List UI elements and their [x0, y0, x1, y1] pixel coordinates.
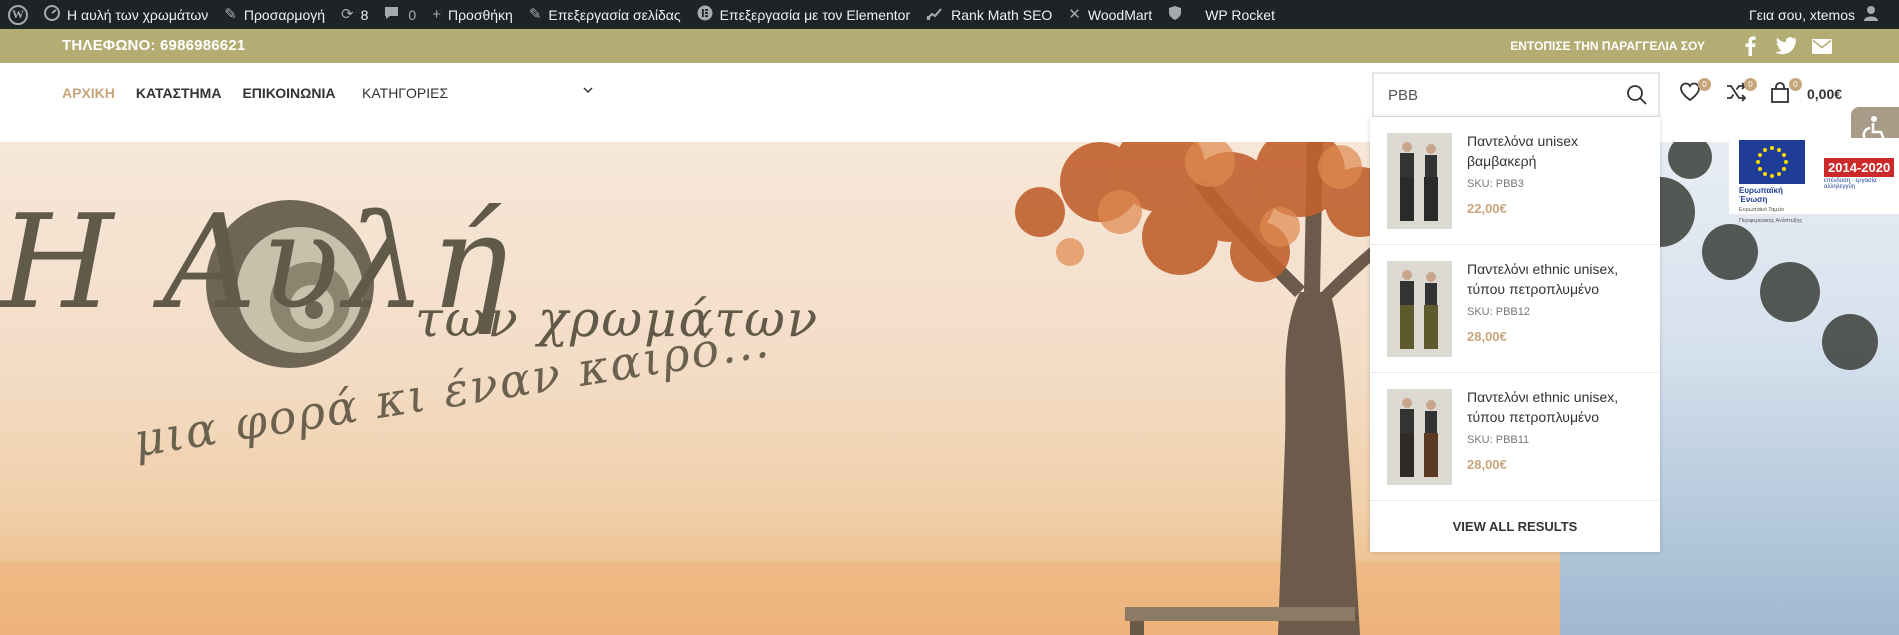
result-price: 28,00€: [1467, 329, 1507, 344]
result-title[interactable]: Παντελόνα unisex βαμβακερή: [1467, 131, 1647, 171]
compare-button[interactable]: 0: [1725, 78, 1757, 108]
edit-page-label: Επεξεργασία σελίδας: [548, 6, 681, 23]
categories-dropdown[interactable]: ΚΑΤΗΓΟΡΙΕΣ: [362, 85, 594, 101]
site-name-label: Η αυλή των χρωμάτων: [67, 6, 209, 23]
shield-menu[interactable]: [1160, 0, 1197, 29]
eu-label-main: Ευρωπαϊκή Ένωση: [1739, 186, 1783, 204]
categories-label: ΚΑΤΗΓΟΡΙΕΣ: [362, 85, 449, 101]
wishlist-button[interactable]: 0: [1679, 78, 1711, 108]
twitter-icon[interactable]: [1775, 35, 1797, 57]
elementor-icon: [697, 5, 713, 24]
edit-page-menu[interactable]: ✎ Επεξεργασία σελίδας: [521, 0, 689, 29]
brush-icon: ✎: [224, 6, 237, 23]
wp-admin-bar: W Η αυλή των χρωμάτων ✎ Προσαρμογή ⟳ 8 0…: [0, 0, 1899, 29]
search-result-item[interactable]: Παντελόνα unisex βαμβακερή SKU: PBB3 22,…: [1370, 117, 1660, 245]
wordpress-icon: W: [8, 4, 28, 25]
search-icon[interactable]: [1626, 84, 1648, 106]
phone-number: ΤΗΛΕΦΩΝΟ: 6986986621: [62, 37, 246, 54]
search-input[interactable]: [1374, 74, 1594, 116]
eu-years: 2014-2020: [1824, 158, 1895, 177]
eu-funding-badge[interactable]: Ευρωπαϊκή Ένωση Ευρωπαϊκό Ταμείο Περιφερ…: [1729, 138, 1899, 224]
eu-label: Ευρωπαϊκή Ένωση Ευρωπαϊκό Ταμείο Περιφερ…: [1739, 186, 1811, 226]
rank-math-menu[interactable]: Rank Math SEO: [918, 0, 1060, 29]
eu-tagline: επένδυση · εργασία · αλληλεγγύη: [1824, 178, 1881, 190]
email-icon[interactable]: [1811, 35, 1833, 57]
nav-item-home[interactable]: ΑΡΧΙΚΗ: [62, 85, 115, 101]
comments-count: 0: [408, 6, 417, 23]
elementor-edit-label: Επεξεργασία με τον Elementor: [719, 6, 911, 23]
customize-menu[interactable]: ✎ Προσαρμογή: [216, 0, 333, 29]
comment-icon: [384, 6, 399, 23]
heart-icon: [1679, 82, 1701, 106]
updates-icon: ⟳: [341, 6, 354, 23]
user-avatar-icon: [1863, 5, 1879, 24]
product-thumbnail[interactable]: [1387, 261, 1452, 357]
wp-rocket-menu[interactable]: WP Rocket: [1197, 0, 1283, 29]
my-account-menu[interactable]: Γεια σου, xtemos: [1741, 0, 1887, 29]
search-form: [1372, 72, 1660, 118]
compare-icon: [1725, 82, 1747, 106]
shopping-bag-icon: [1770, 82, 1790, 108]
track-order-link[interactable]: ΕΝΤΟΠΙΣΕ ΤΗΝ ΠΑΡΑΓΓΕΛΙΑ ΣΟΥ: [1510, 39, 1705, 53]
result-sku: SKU: PBB12: [1467, 306, 1530, 318]
result-sku: SKU: PBB11: [1467, 434, 1530, 446]
result-sku: SKU: PBB3: [1467, 178, 1524, 190]
shield-icon: [1168, 5, 1182, 24]
updates-count: 8: [360, 6, 369, 23]
dashboard-icon: [44, 5, 60, 24]
nav-item-shop[interactable]: ΚΑΤΑΣΤΗΜΑ: [136, 85, 222, 101]
woodmart-icon: ✕: [1068, 6, 1081, 23]
view-all-results-button[interactable]: VIEW ALL RESULTS: [1370, 501, 1660, 552]
new-content-label: Προσθήκη: [447, 6, 513, 23]
greeting-label: Γεια σου, xtemos: [1748, 6, 1855, 23]
wp-logo-menu[interactable]: W: [0, 0, 36, 29]
result-price: 22,00€: [1467, 201, 1507, 216]
search-result-item[interactable]: Παντελόνι ethnic unisex, τύπου πετροπλυμ…: [1370, 245, 1660, 373]
rank-math-icon: [926, 6, 944, 23]
pencil-icon: ✎: [528, 6, 542, 23]
nav-item-contact[interactable]: ΕΠΙΚΟΙΝΩΝΙΑ: [242, 85, 335, 101]
new-content-menu[interactable]: + Προσθήκη: [424, 0, 521, 29]
elementor-edit-menu[interactable]: Επεξεργασία με τον Elementor: [689, 0, 919, 29]
facebook-icon[interactable]: [1739, 35, 1761, 57]
woodmart-menu[interactable]: ✕ WoodMart: [1060, 0, 1160, 29]
cart-button[interactable]: 0: [1770, 78, 1802, 108]
plus-icon: +: [432, 6, 441, 23]
cart-total[interactable]: 0,00€: [1807, 86, 1842, 102]
wp-rocket-label: WP Rocket: [1205, 6, 1275, 23]
customize-label: Προσαρμογή: [243, 6, 326, 23]
result-price: 28,00€: [1467, 457, 1507, 472]
comments-menu[interactable]: 0: [376, 0, 424, 29]
woodmart-label: WoodMart: [1087, 6, 1153, 23]
main-navigation: ΑΡΧΙΚΗ ΚΑΤΑΣΤΗΜΑ ΕΠΙΚΟΙΝΩΝΙΑ: [62, 85, 356, 101]
rank-math-label: Rank Math SEO: [951, 6, 1053, 23]
product-thumbnail[interactable]: [1387, 133, 1452, 229]
updates-menu[interactable]: ⟳ 8: [333, 0, 376, 29]
eu-label-sub: Ευρωπαϊκό Ταμείο Περιφερειακής Ανάπτυξης: [1739, 207, 1803, 224]
product-thumbnail[interactable]: [1387, 389, 1452, 485]
cart-count-badge: 0: [1789, 78, 1802, 91]
result-title[interactable]: Παντελόνι ethnic unisex, τύπου πετροπλυμ…: [1467, 387, 1647, 427]
site-name-menu[interactable]: Η αυλή των χρωμάτων: [36, 0, 216, 29]
wishlist-count-badge: 0: [1698, 78, 1711, 91]
compare-count-badge: 0: [1744, 78, 1757, 91]
result-title[interactable]: Παντελόνι ethnic unisex, τύπου πετροπλυμ…: [1467, 259, 1647, 299]
search-results-dropdown: Παντελόνα unisex βαμβακερή SKU: PBB3 22,…: [1370, 117, 1660, 552]
search-result-item[interactable]: Παντελόνι ethnic unisex, τύπου πετροπλυμ…: [1370, 373, 1660, 501]
top-bar: ΤΗΛΕΦΩΝΟ: 6986986621 ΕΝΤΟΠΙΣΕ ΤΗΝ ΠΑΡΑΓΓ…: [0, 29, 1899, 63]
chevron-down-icon: [582, 83, 594, 99]
eu-flag-icon: [1739, 140, 1805, 184]
